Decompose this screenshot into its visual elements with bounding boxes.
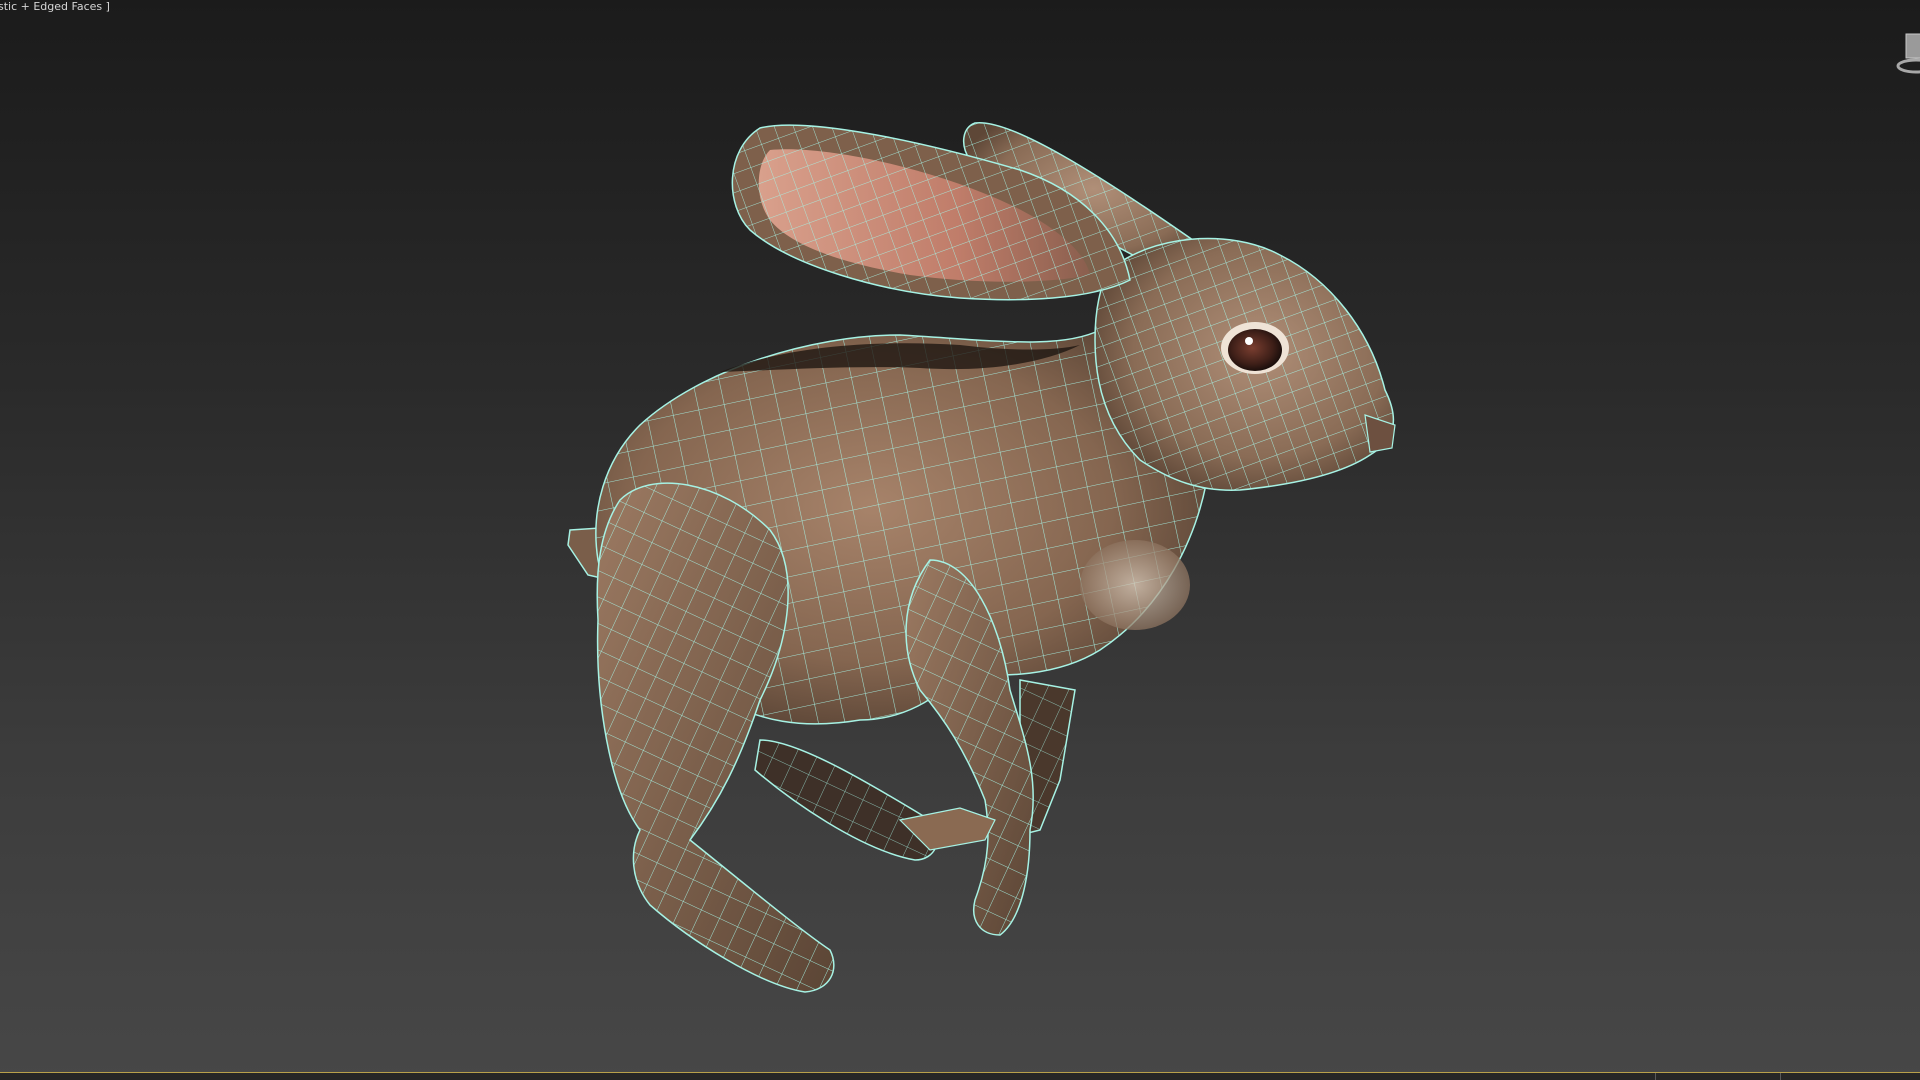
rabbit-far-hind-leg bbox=[754, 739, 938, 861]
status-bar-divider bbox=[1780, 1073, 1781, 1080]
rabbit-front-ear bbox=[731, 124, 1131, 301]
rabbit-model[interactable] bbox=[0, 0, 1920, 1080]
status-bar-divider bbox=[1655, 1073, 1656, 1080]
status-bar bbox=[0, 1072, 1920, 1080]
rabbit-head bbox=[1094, 237, 1396, 491]
perspective-viewport[interactable]: stic + Edged Faces ] bbox=[0, 0, 1920, 1080]
